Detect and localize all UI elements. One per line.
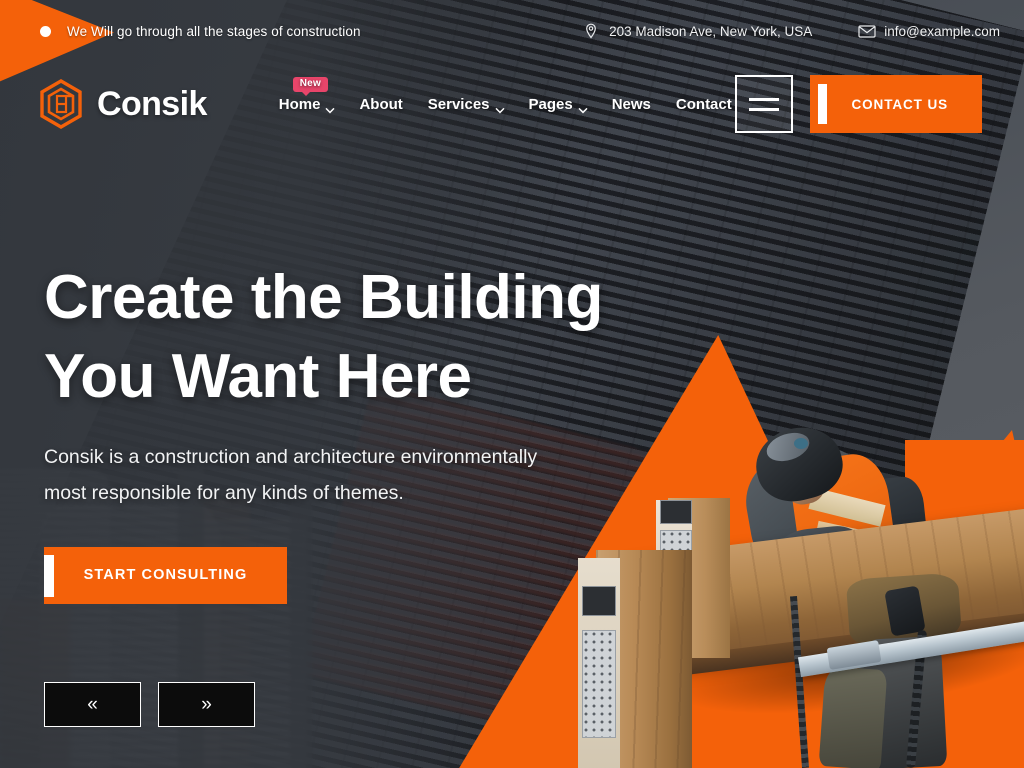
- helmet-badge: [794, 438, 808, 449]
- nav-label-home: Home: [278, 95, 321, 113]
- worker-leg: [818, 665, 888, 768]
- utility-topbar: We Will go through all the stages of con…: [0, 0, 1024, 62]
- hero-subtitle-line2: most responsible for any kinds of themes…: [44, 481, 404, 504]
- nav-label-services: Services: [427, 95, 490, 113]
- hamburger-menu-icon[interactable]: [734, 75, 793, 133]
- nav-item-news[interactable]: News: [612, 96, 651, 113]
- nav-label-contact: Contact: [675, 95, 732, 113]
- topbar-tagline: We Will go through all the stages of con…: [67, 23, 361, 39]
- main-navbar: Consik New Home About Services Pages New…: [0, 62, 1024, 146]
- nav-label-news: News: [611, 95, 651, 113]
- hero-title-line1: Create the Building: [44, 263, 603, 332]
- email-item[interactable]: info@example.com: [858, 23, 1000, 39]
- chevron-double-right-icon[interactable]: »: [158, 682, 255, 727]
- address-text: 203 Madison Ave, New York, USA: [609, 23, 813, 39]
- hero-slider-stage: We Will go through all the stages of con…: [0, 0, 1024, 768]
- nav-item-about[interactable]: About: [359, 96, 402, 113]
- brand-logo-link[interactable]: Consik: [38, 79, 207, 129]
- envelope-icon: [858, 23, 876, 39]
- nav-item-contact[interactable]: Contact: [676, 96, 732, 113]
- hero-subtitle: Consik is a construction and architectur…: [44, 439, 644, 511]
- perforated-nail-plate: [582, 630, 616, 738]
- start-consulting-button[interactable]: START CONSULTING: [44, 546, 287, 604]
- nav-label-about: About: [359, 95, 403, 113]
- nav-item-pages[interactable]: Pages: [528, 95, 588, 114]
- slider-navigation: « »: [44, 682, 255, 727]
- brand-name: Consik: [97, 84, 207, 123]
- hamburger-bar: [748, 107, 779, 111]
- primary-nav: New Home About Services Pages News Conta…: [278, 76, 732, 114]
- nav-item-home[interactable]: New Home: [278, 76, 335, 114]
- nav-label-pages: Pages: [528, 95, 573, 113]
- contact-us-button[interactable]: CONTACT US: [809, 75, 982, 133]
- navbar-actions: CONTACT US: [734, 75, 982, 133]
- chevron-down-icon: [578, 101, 588, 114]
- chevron-double-left-icon[interactable]: «: [44, 682, 141, 727]
- hero-title-line2: You Want Here: [44, 342, 472, 412]
- hero-content: Create the Building You Want Here Consik…: [44, 258, 684, 604]
- email-text: info@example.com: [884, 23, 1000, 39]
- hexagon-logo-icon: [38, 79, 84, 129]
- chevron-down-icon: [325, 101, 335, 114]
- map-pin-icon: [583, 23, 599, 39]
- address-item[interactable]: 203 Madison Ave, New York, USA: [583, 23, 812, 39]
- hero-subtitle-line1: Consik is a construction and architectur…: [44, 445, 538, 468]
- chevron-down-icon: [494, 101, 505, 114]
- hamburger-bar: [748, 97, 779, 101]
- topbar-contact-group: 203 Madison Ave, New York, USA info@exam…: [583, 23, 1000, 39]
- nav-badge-new: New: [292, 76, 328, 96]
- topbar-tagline-group: We Will go through all the stages of con…: [40, 24, 361, 39]
- nav-item-services[interactable]: Services: [427, 95, 505, 114]
- dot-icon: [40, 25, 51, 37]
- page-title: Create the Building You Want Here: [44, 258, 684, 417]
